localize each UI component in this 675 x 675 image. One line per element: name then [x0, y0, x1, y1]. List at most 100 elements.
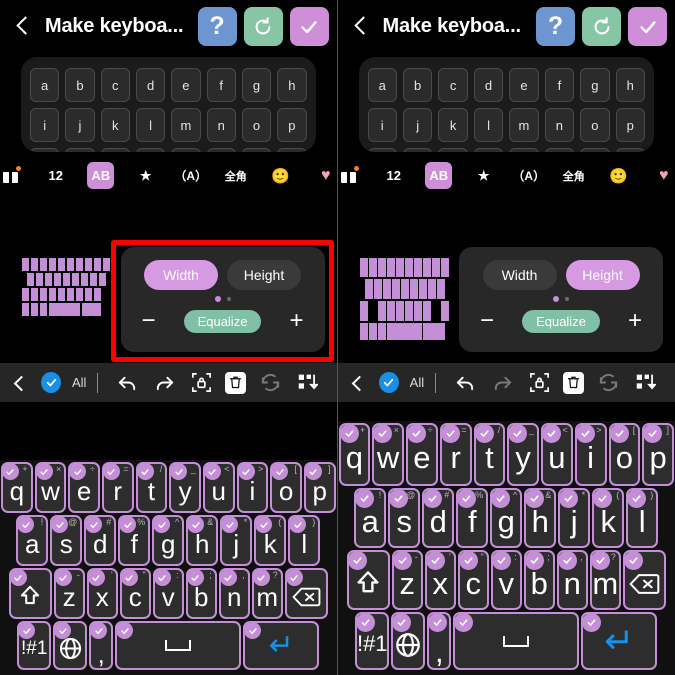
- key-p[interactable]: ] p: [642, 423, 674, 486]
- key-q[interactable]: + q: [338, 423, 371, 486]
- key-shift[interactable]: [8, 568, 52, 619]
- key-o[interactable]: [o: [270, 462, 302, 513]
- back-button[interactable]: [352, 12, 374, 42]
- mode-item-alpha[interactable]: AB: [87, 162, 115, 189]
- key-globe[interactable]: [391, 612, 426, 670]
- key-d[interactable]: # d: [422, 488, 455, 548]
- undo-button[interactable]: [115, 370, 140, 396]
- key-e[interactable]: ÷ e: [68, 462, 100, 513]
- back-button[interactable]: [14, 12, 36, 42]
- key-shift[interactable]: [346, 550, 390, 610]
- apply-button[interactable]: [628, 7, 667, 46]
- select-all-toggle[interactable]: [378, 372, 399, 393]
- key-t[interactable]: / t: [135, 462, 168, 513]
- mode-item-fullwidth[interactable]: 全角: [560, 162, 587, 189]
- refresh-button[interactable]: [258, 370, 283, 396]
- help-button[interactable]: ?: [197, 7, 237, 46]
- key-a[interactable]: ! a: [354, 488, 387, 548]
- increase-button[interactable]: +: [286, 309, 308, 333]
- key-m[interactable]: ? m: [589, 550, 621, 610]
- key-w[interactable]: × w: [372, 423, 404, 486]
- delete-button[interactable]: [563, 371, 585, 394]
- mode-item-paren-a[interactable]: （A）: [512, 162, 545, 189]
- key-c[interactable]: " c: [457, 550, 489, 610]
- key-l[interactable]: ) l: [626, 488, 659, 548]
- key-enter[interactable]: ↵: [243, 621, 320, 670]
- toolbar-back-button[interactable]: [349, 374, 366, 392]
- key-x[interactable]: ' x: [86, 568, 118, 619]
- key-u[interactable]: < u: [202, 462, 235, 513]
- key-o[interactable]: [o: [608, 423, 641, 486]
- decrease-button[interactable]: −: [476, 309, 498, 333]
- key-t[interactable]: / t: [473, 423, 506, 486]
- key-a[interactable]: ! a: [16, 515, 49, 566]
- key-y[interactable]: _ y: [507, 423, 539, 486]
- mode-item-gift[interactable]: [0, 162, 24, 189]
- key-z[interactable]: -z: [53, 568, 85, 619]
- key-z[interactable]: -z: [391, 550, 423, 610]
- key-enter[interactable]: ↵: [581, 612, 658, 670]
- lock-button[interactable]: [189, 370, 214, 396]
- key-x[interactable]: ' x: [424, 550, 456, 610]
- key-f[interactable]: % f: [118, 515, 151, 566]
- key-d[interactable]: # d: [84, 515, 117, 566]
- key-p[interactable]: ] p: [303, 462, 336, 513]
- lock-button[interactable]: [527, 370, 552, 396]
- help-button[interactable]: ?: [536, 7, 575, 46]
- redo-button[interactable]: [152, 370, 177, 396]
- key-c[interactable]: " c: [119, 568, 151, 619]
- key-j[interactable]: * j: [558, 488, 591, 548]
- arrange-button[interactable]: [295, 370, 320, 396]
- delete-button[interactable]: [225, 371, 247, 394]
- mode-item-fullwidth[interactable]: 全角: [222, 162, 249, 189]
- key-symbols[interactable]: !#1: [17, 621, 52, 670]
- redo-button[interactable]: [490, 370, 515, 396]
- key-y[interactable]: _ y: [169, 462, 201, 513]
- key-s[interactable]: @ s: [50, 515, 83, 566]
- height-toggle[interactable]: Height: [227, 260, 301, 290]
- key-n[interactable]: ,n: [218, 568, 250, 619]
- key-h[interactable]: & h: [524, 488, 557, 548]
- heart-icon[interactable]: ♥: [312, 162, 336, 189]
- toolbar-back-button[interactable]: [11, 374, 28, 392]
- decrease-button[interactable]: −: [138, 309, 160, 333]
- key-i[interactable]: > i: [574, 423, 607, 486]
- key-s[interactable]: @ s: [388, 488, 421, 548]
- key-i[interactable]: > i: [236, 462, 269, 513]
- mode-item-paren-a[interactable]: （A）: [174, 162, 207, 189]
- arrange-button[interactable]: [633, 370, 658, 396]
- refresh-button[interactable]: [596, 370, 621, 396]
- mode-item-gift[interactable]: [338, 162, 363, 189]
- apply-button[interactable]: [289, 7, 329, 46]
- key-comma[interactable]: ,: [427, 612, 452, 670]
- equalize-button[interactable]: Equalize: [183, 309, 262, 333]
- key-b[interactable]: ; b: [523, 550, 555, 610]
- key-symbols[interactable]: !#1: [355, 612, 390, 670]
- all-label[interactable]: All: [410, 375, 424, 390]
- key-space[interactable]: [453, 612, 580, 670]
- mode-item-numbers[interactable]: 12: [42, 162, 69, 189]
- key-g[interactable]: ^ g: [152, 515, 185, 566]
- width-toggle[interactable]: Width: [144, 260, 218, 290]
- equalize-button[interactable]: Equalize: [522, 309, 600, 333]
- select-all-toggle[interactable]: [41, 372, 61, 393]
- emoji-icon[interactable]: 🙂: [605, 162, 632, 189]
- height-toggle[interactable]: Height: [565, 260, 640, 290]
- key-backspace[interactable]: [284, 568, 328, 619]
- key-l[interactable]: ) l: [288, 515, 321, 566]
- star-icon[interactable]: ★: [132, 162, 159, 189]
- emoji-icon[interactable]: 🙂: [267, 162, 294, 189]
- key-k[interactable]: (k: [254, 515, 287, 566]
- key-v[interactable]: :v: [490, 550, 522, 610]
- key-comma[interactable]: ,: [89, 621, 114, 670]
- key-u[interactable]: < u: [541, 423, 573, 486]
- key-globe[interactable]: [53, 621, 88, 670]
- key-e[interactable]: ÷ e: [406, 423, 438, 486]
- key-f[interactable]: % f: [456, 488, 489, 548]
- key-w[interactable]: × w: [34, 462, 67, 513]
- key-backspace[interactable]: [622, 550, 666, 610]
- key-v[interactable]: :v: [152, 568, 184, 619]
- key-g[interactable]: ^ g: [490, 488, 523, 548]
- key-space[interactable]: [115, 621, 242, 670]
- star-icon[interactable]: ★: [470, 162, 497, 189]
